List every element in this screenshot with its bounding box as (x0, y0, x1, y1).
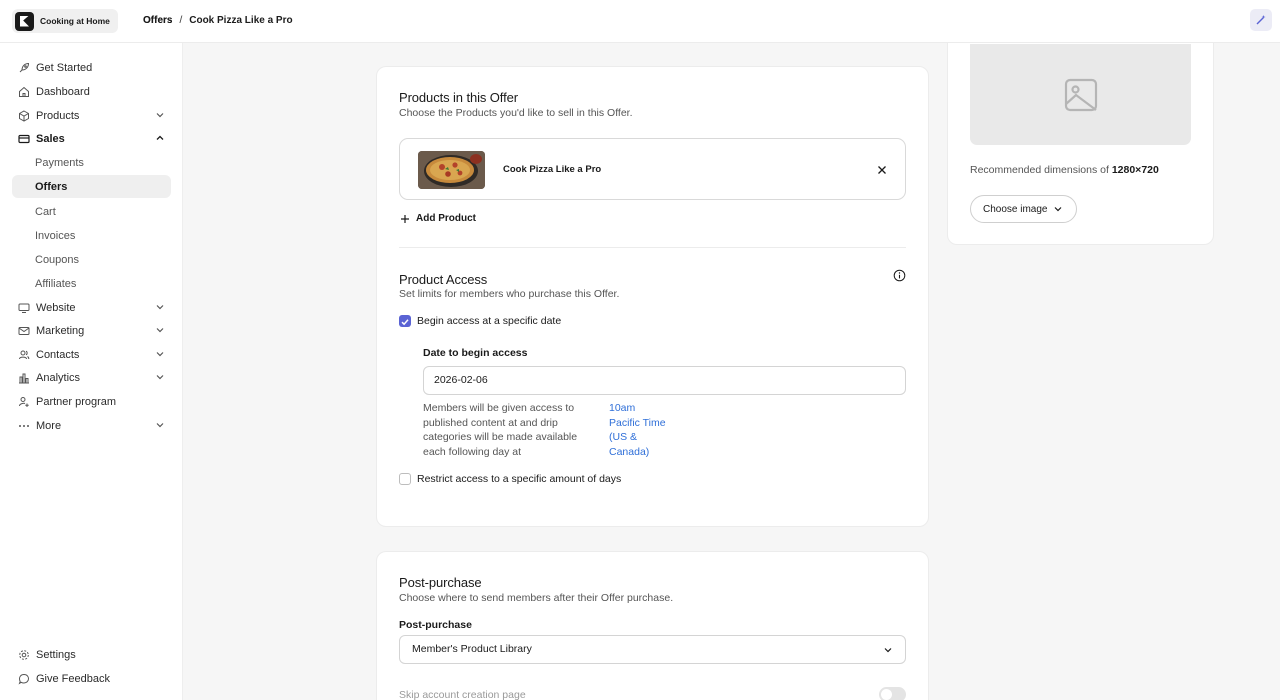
mail-icon (18, 325, 30, 337)
products-section-subtitle: Choose the Products you'd like to sell i… (399, 107, 633, 119)
monitor-icon (18, 302, 30, 314)
chevron-down-icon (156, 113, 164, 118)
breadcrumb-overlay: Offers / Cook Pizza Like a Pro (143, 15, 293, 26)
sidebar-subitem-coupons[interactable]: Coupons (12, 248, 171, 271)
sidebar-item-label: More (36, 419, 62, 432)
post-purchase-subtitle: Choose where to send members after their… (399, 592, 674, 604)
sidebar-item-marketing[interactable]: Marketing (12, 319, 171, 342)
top-bar-cover (183, 0, 1280, 43)
gear-icon (18, 649, 30, 661)
sidebar-item-dashboard[interactable]: Dashboard (12, 80, 171, 103)
partner-icon (18, 396, 30, 408)
chevron-down-icon (156, 328, 164, 333)
sidebar-item-more[interactable]: More (12, 414, 171, 437)
skip-account-toggle[interactable] (879, 687, 906, 700)
sidebar-item-label: Give Feedback (36, 672, 110, 685)
info-icon[interactable] (893, 269, 906, 282)
breadcrumb-current: Cook Pizza Like a Pro (189, 15, 293, 26)
begin-access-label: Begin access at a specific date (417, 315, 562, 327)
kajabi-logo-icon (15, 11, 34, 31)
sidebar-item-products[interactable]: Products (12, 104, 171, 127)
box-icon (18, 109, 30, 122)
access-section-subtitle: Set limits for members who purchase this… (399, 288, 620, 300)
sidebar-item-label: Website (36, 301, 76, 314)
sidebar-subitem-affiliates[interactable]: Affiliates (12, 272, 171, 295)
sidebar-item-label: Dashboard (36, 85, 90, 98)
sidebar-item-label: Get Started (36, 61, 93, 74)
image-icon (1064, 78, 1097, 111)
remove-product-button[interactable] (875, 163, 889, 177)
begin-date-input[interactable]: 2026-02-06 (423, 366, 906, 395)
chevron-down-icon (156, 375, 164, 380)
sidebar-item-partner-program[interactable]: Partner program (12, 390, 171, 413)
rocket-icon (18, 62, 30, 74)
restrict-days-checkbox[interactable] (399, 473, 411, 485)
brand-switcher[interactable]: Cooking at Home (12, 9, 118, 33)
users-icon (18, 349, 30, 361)
sidebar-item-label: Settings (36, 648, 76, 661)
home-icon (18, 86, 30, 98)
sidebar-item-label: Contacts (36, 348, 80, 361)
chevron-up-icon (156, 135, 164, 140)
chevron-down-icon (884, 648, 892, 653)
ellipsis-icon (18, 420, 30, 432)
post-purchase-select[interactable]: Member's Product Library (399, 635, 906, 664)
chevron-down-icon (1055, 207, 1062, 212)
sidebar-item-label: Analytics (36, 371, 81, 384)
product-row: Cook Pizza Like a Pro (399, 138, 906, 200)
recommended-dimensions-text: Recommended dimensions of 1280×720 (970, 164, 1159, 176)
sidebar-item-give-feedback[interactable]: Give Feedback (12, 667, 171, 690)
chevron-down-icon (156, 352, 164, 357)
checkmark-icon (401, 319, 409, 326)
sidebar-subitem-payments[interactable]: Payments (12, 151, 171, 174)
date-field-label: Date to begin access (423, 347, 528, 359)
ai-assistant-button[interactable] (1250, 9, 1272, 31)
post-purchase-select-label: Post-purchase (399, 619, 472, 631)
close-icon (878, 166, 886, 174)
product-thumbnail (418, 151, 485, 189)
sidebar-item-get-started[interactable]: Get Started (12, 56, 171, 79)
sidebar-item-sales[interactable]: Sales (12, 127, 171, 150)
brand-name: Cooking at Home (40, 16, 110, 26)
products-section-title: Products in this Offer (399, 90, 518, 105)
chevron-down-icon (156, 423, 164, 428)
sidebar-subitem-offers[interactable]: Offers (12, 175, 171, 198)
sparkle-wand-icon (1256, 15, 1266, 25)
sidebar-item-analytics[interactable]: Analytics (12, 366, 171, 389)
sidebar-item-website[interactable]: Website (12, 296, 171, 319)
chevron-down-icon (156, 305, 164, 310)
restrict-days-label: Restrict access to a specific amount of … (417, 473, 622, 485)
add-product-button[interactable]: Add Product (400, 213, 476, 224)
product-name: Cook Pizza Like a Pro (503, 164, 602, 175)
breadcrumb-offers[interactable]: Offers (143, 15, 172, 26)
timezone-link[interactable]: 10am Pacific Time (US & Canada) (609, 401, 669, 459)
sidebar-item-label: Products (36, 109, 80, 122)
image-placeholder (970, 44, 1191, 145)
choose-image-label: Choose image (983, 203, 1048, 215)
add-product-label: Add Product (416, 213, 476, 224)
sidebar-item-settings[interactable]: Settings (12, 643, 171, 666)
plus-icon (401, 214, 409, 223)
credit-card-icon (18, 133, 30, 145)
access-help-text: Members will be given access to publishe… (423, 402, 578, 458)
skip-account-label: Skip account creation page (399, 689, 526, 700)
sidebar-subitem-cart[interactable]: Cart (12, 200, 171, 223)
sidebar-item-label: Sales (36, 132, 65, 145)
begin-access-checkbox[interactable] (399, 315, 411, 327)
chat-icon (18, 673, 30, 685)
breadcrumb-separator: / (179, 15, 183, 26)
sidebar-item-label: Partner program (36, 395, 117, 408)
access-section-title: Product Access (399, 272, 488, 287)
chart-icon (18, 372, 30, 384)
sidebar-item-label: Marketing (36, 324, 85, 337)
choose-image-button[interactable]: Choose image (970, 195, 1077, 223)
post-purchase-select-value: Member's Product Library (412, 643, 532, 655)
post-purchase-title: Post-purchase (399, 575, 482, 590)
section-divider (399, 247, 906, 248)
sidebar-item-contacts[interactable]: Contacts (12, 343, 171, 366)
sidebar-subitem-invoices[interactable]: Invoices (12, 224, 171, 247)
recommended-dimensions: 1280×720 (1111, 164, 1159, 176)
